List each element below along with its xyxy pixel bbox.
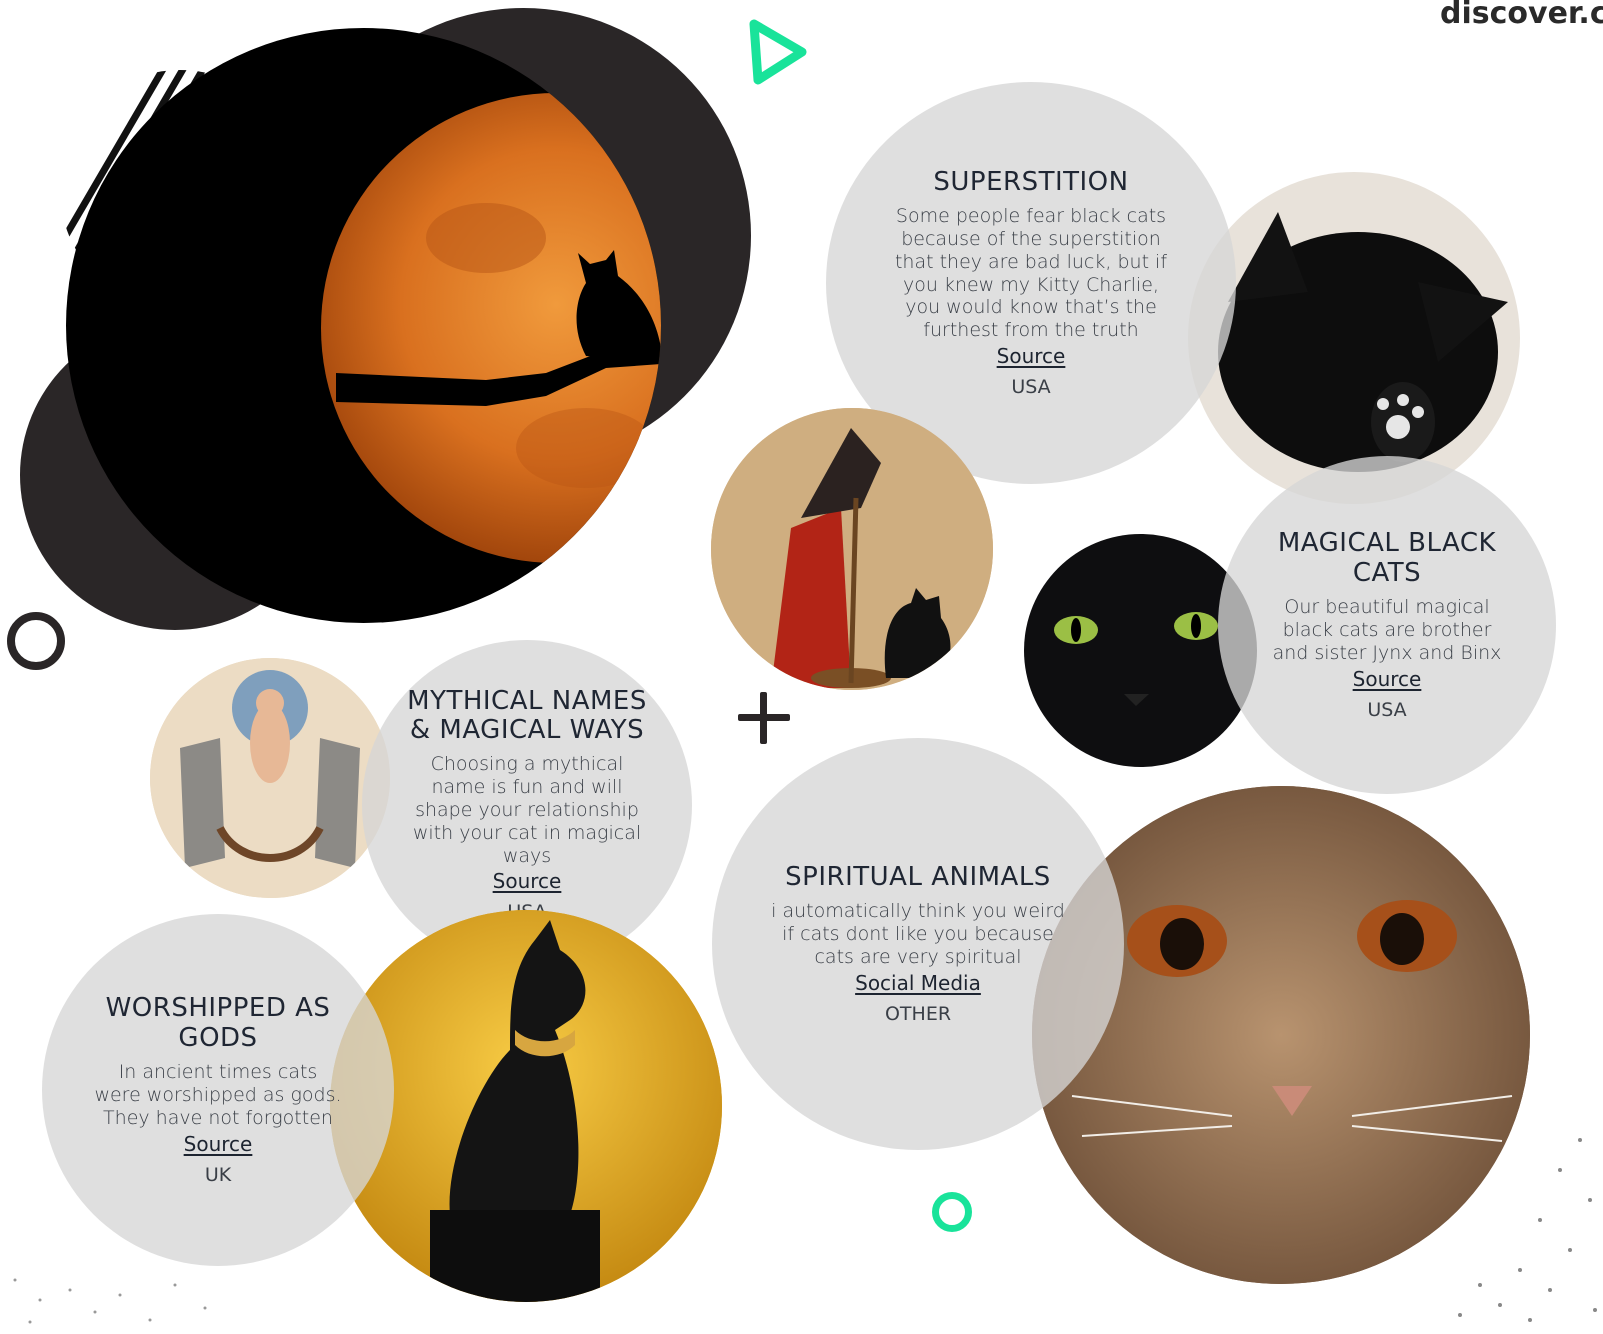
card-title: WORSHIPPED AS GODS (105, 993, 331, 1053)
card-title: SUPERSTITION (933, 166, 1129, 197)
card-text: In ancient times cats were worshipped as… (94, 1061, 342, 1129)
play-triangle-icon (749, 19, 807, 85)
card-country: USA (1367, 698, 1407, 721)
plus-icon (738, 692, 790, 744)
source-link[interactable]: Source (493, 869, 562, 893)
card-title: MAGICAL BLACK CATS (1277, 528, 1497, 588)
card-text: i automatically think you weird if cats … (771, 900, 1065, 969)
source-link[interactable]: Source (1353, 667, 1422, 691)
card-country: USA (1011, 376, 1051, 399)
black-kitten-image (1188, 172, 1520, 504)
card-magical-black-cats: MAGICAL BLACK CATS Our beautiful magical… (1218, 456, 1556, 794)
source-link[interactable]: Source (184, 1132, 253, 1156)
card-country: OTHER (884, 1002, 952, 1025)
ring-decoration (7, 612, 65, 670)
card-text: Our beautiful magical black cats are bro… (1272, 596, 1502, 664)
goddess-image (150, 658, 390, 898)
card-text: Choosing a mythical name is fun and will… (412, 753, 642, 867)
brand-logo-text: discover.c (1440, 0, 1603, 31)
source-link[interactable]: Social Media (855, 971, 981, 995)
card-text: Some people fear black cats because of t… (894, 205, 1168, 342)
moon-cat-image (66, 28, 661, 623)
card-title: SPIRITUAL ANIMALS (785, 862, 1051, 893)
green-ring-decoration (932, 1192, 972, 1232)
card-country: UK (204, 1163, 232, 1186)
source-link[interactable]: Source (997, 344, 1066, 368)
witch-image (711, 408, 993, 690)
card-title: MYTHICAL NAMES & MAGICAL WAYS (407, 685, 647, 745)
card-worshipped-as-gods: WORSHIPPED AS GODS In ancient times cats… (42, 914, 394, 1266)
card-spiritual-animals: SPIRITUAL ANIMALS i automatically think … (712, 738, 1124, 1150)
